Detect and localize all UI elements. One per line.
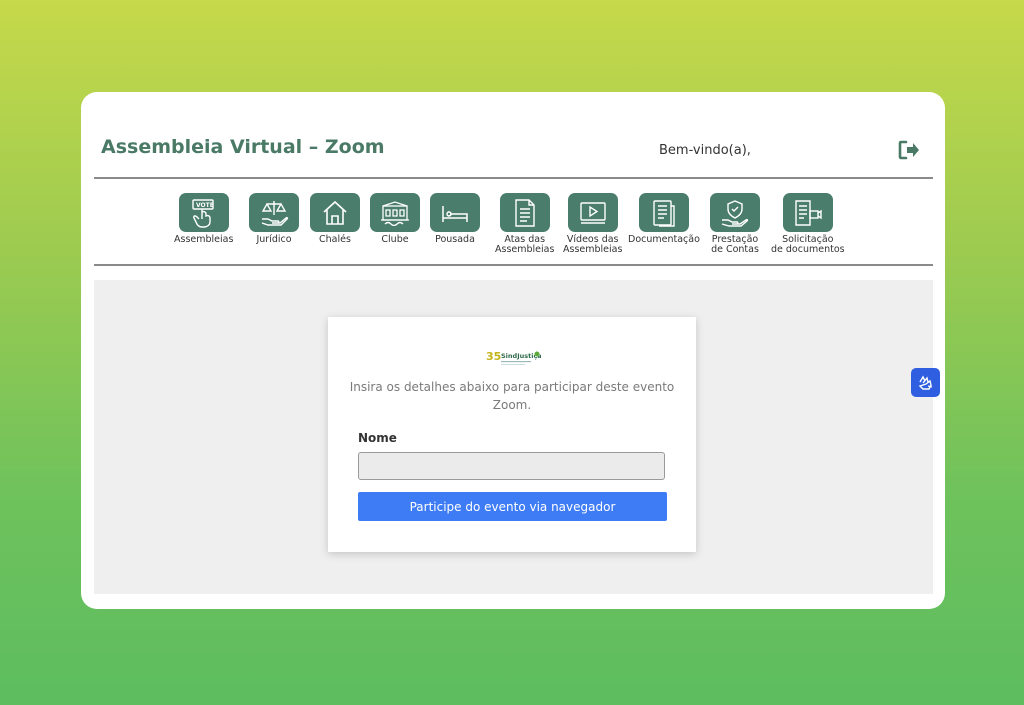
zoom-join-panel: 35 SindJustiça Insira os detalhes abaixo…: [328, 317, 696, 552]
svg-text:35: 35: [486, 350, 501, 363]
nav-item-videos-das-assembleias[interactable]: Vídeos das Assembleias: [563, 193, 622, 255]
join-description: Insira os detalhes abaixo para participa…: [349, 380, 675, 412]
nav-label: Chalés: [319, 234, 351, 245]
nav-label: Pousada: [435, 234, 475, 245]
sign-out-icon: [898, 140, 919, 160]
join-via-browser-button[interactable]: Participe do evento via navegador: [358, 492, 667, 521]
nav-item-atas-das-assembleias[interactable]: Atas das Assembleias: [495, 193, 554, 255]
sign-language-icon: [918, 375, 932, 390]
header-divider: [94, 177, 933, 179]
welcome-text: Bem-vindo(a),: [659, 143, 751, 158]
nav-label-line2: de documentos: [771, 244, 845, 255]
nav-item-prestacao-de-contas[interactable]: Prestação de Contas: [710, 193, 760, 255]
nav-item-solicitacao-de-documentos[interactable]: Solicitação de documentos: [771, 193, 845, 255]
club-building-icon: [381, 200, 409, 226]
svg-text:VOTE: VOTE: [196, 202, 214, 209]
nav-label: Documentação: [628, 234, 700, 245]
nav-label-line2: Assembleias: [563, 244, 623, 255]
clipboard-icon: [653, 199, 675, 227]
scales-hand-icon: [261, 200, 289, 226]
bed-icon: [442, 205, 468, 222]
nav-label: Assembleias: [174, 234, 234, 245]
nav-item-assembleias[interactable]: VOTE Assembleias: [174, 193, 233, 245]
nav-label: Clube: [381, 234, 409, 245]
document-camera-icon: [795, 199, 822, 226]
nav-item-juridico[interactable]: Jurídico: [249, 193, 299, 245]
accessibility-button[interactable]: [911, 368, 940, 397]
document-icon: [515, 198, 535, 227]
nav-label: Jurídico: [256, 234, 292, 245]
name-input[interactable]: [358, 452, 665, 480]
nav-label-line2: de Contas: [711, 244, 759, 255]
name-field-label: Nome: [358, 431, 397, 445]
sindjustica-logo: 35 SindJustiça: [485, 347, 542, 369]
shield-hand-icon: [721, 199, 749, 227]
nav-divider: [94, 264, 933, 266]
house-icon: [323, 200, 347, 225]
content-area: 35 SindJustiça Insira os detalhes abaixo…: [94, 280, 933, 594]
main-card: Assembleia Virtual – Zoom Bem-vindo(a), …: [81, 92, 945, 609]
video-icon: [580, 201, 606, 224]
nav-label-line2: Assembleias: [495, 244, 555, 255]
nav-item-documentacao[interactable]: Documentação: [628, 193, 700, 245]
nav-item-chales[interactable]: Chalés: [310, 193, 360, 245]
logout-button[interactable]: [898, 140, 920, 160]
nav-item-clube[interactable]: Clube: [370, 193, 420, 245]
page-title: Assembleia Virtual – Zoom: [101, 136, 385, 158]
vote-hand-icon: VOTE: [192, 198, 214, 228]
nav-item-pousada[interactable]: Pousada: [430, 193, 480, 245]
